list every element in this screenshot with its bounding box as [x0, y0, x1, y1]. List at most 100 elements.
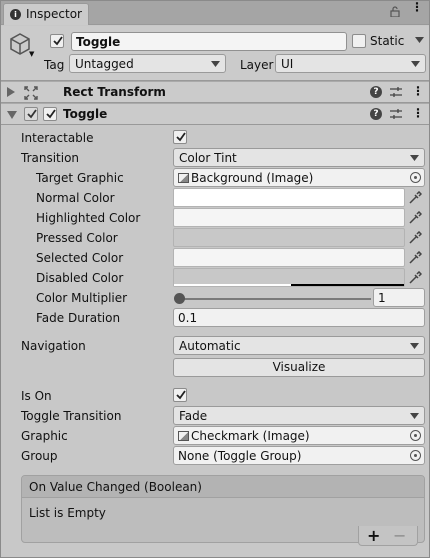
chevron-down-icon	[211, 61, 220, 67]
component-title: Rect Transform	[63, 85, 166, 99]
gameobject-name-field[interactable]: Toggle	[71, 32, 347, 51]
highlighted-color-label: Highlighted Color	[36, 211, 141, 225]
kebab-menu-icon[interactable]: ⋮	[412, 84, 424, 98]
presets-icon[interactable]	[390, 86, 402, 98]
gameobject-header: ▼ Toggle Static Tag Untagged Layer UI	[1, 26, 429, 81]
group-value: None (Toggle Group)	[178, 449, 302, 463]
inspector-window: i Inspector ⋮ ▼ Toggle Static Tag Untagg…	[0, 0, 430, 558]
eyedropper-icon[interactable]	[409, 231, 422, 244]
chevron-down-icon	[411, 61, 420, 67]
tab-inspector[interactable]: i Inspector	[3, 3, 89, 25]
foldout-collapsed-icon[interactable]	[7, 87, 15, 97]
navigation-dropdown[interactable]: Automatic	[173, 336, 425, 355]
layer-dropdown[interactable]: UI	[275, 54, 426, 73]
alpha-bar-light	[174, 284, 291, 286]
interactable-checkbox[interactable]	[173, 130, 187, 144]
toggle-component-header[interactable]: Toggle ? ⋮	[1, 103, 429, 125]
pressed-color-label: Pressed Color	[36, 231, 118, 245]
chevron-down-icon	[410, 343, 419, 349]
interactable-label: Interactable	[21, 131, 94, 145]
layer-label: Layer	[240, 58, 274, 72]
highlighted-color-swatch[interactable]	[173, 208, 405, 227]
object-picker-icon[interactable]	[410, 450, 421, 461]
rect-transform-header[interactable]: Rect Transform ? ⋮	[1, 81, 429, 103]
transition-dropdown[interactable]: Color Tint	[173, 148, 425, 167]
info-icon: i	[10, 9, 21, 20]
group-field[interactable]: None (Toggle Group)	[173, 446, 425, 465]
normal-color-swatch[interactable]	[173, 188, 405, 207]
eyedropper-icon[interactable]	[409, 191, 422, 204]
foldout-expanded-icon[interactable]	[7, 111, 17, 119]
event-title: On Value Changed (Boolean)	[29, 480, 202, 494]
fade-duration-field[interactable]: 0.1	[173, 308, 425, 327]
graphic-label: Graphic	[21, 429, 68, 443]
navigation-label: Navigation	[21, 339, 86, 353]
disabled-color-swatch[interactable]	[173, 268, 405, 287]
is-on-label: Is On	[21, 389, 52, 403]
image-icon	[178, 173, 189, 183]
event-header: On Value Changed (Boolean)	[22, 476, 424, 498]
event-list-buttons: + −	[358, 526, 418, 546]
component-title: Toggle	[63, 107, 108, 121]
help-icon[interactable]: ?	[370, 86, 382, 98]
target-graphic-label: Target Graphic	[36, 171, 124, 185]
checkmark-icon	[176, 132, 186, 142]
presets-icon[interactable]	[390, 108, 402, 120]
event-empty-text: List is Empty	[29, 506, 106, 520]
target-graphic-value: Background (Image)	[191, 171, 314, 185]
gameobject-active-checkbox[interactable]	[50, 34, 64, 48]
is-on-checkbox[interactable]	[173, 388, 187, 402]
eyedropper-icon[interactable]	[409, 271, 422, 284]
color-multiplier-slider-track[interactable]	[179, 298, 371, 300]
static-checkbox[interactable]	[352, 34, 366, 48]
kebab-menu-icon[interactable]: ⋮	[412, 106, 424, 120]
layer-value: UI	[281, 57, 294, 71]
tag-dropdown[interactable]: Untagged	[69, 54, 226, 73]
tab-bar: i Inspector ⋮	[1, 1, 429, 25]
color-multiplier-label: Color Multiplier	[36, 291, 128, 305]
disabled-color-label: Disabled Color	[36, 271, 124, 285]
color-multiplier-slider-thumb[interactable]	[174, 293, 185, 304]
toggle-icon	[24, 107, 38, 121]
selected-color-swatch[interactable]	[173, 248, 405, 267]
normal-color-label: Normal Color	[36, 191, 115, 205]
toggle-transition-label: Toggle Transition	[21, 409, 122, 423]
help-icon[interactable]: ?	[370, 108, 382, 120]
alpha-bar-dark	[291, 284, 404, 286]
graphic-field[interactable]: Checkmark (Image)	[173, 426, 425, 445]
checkmark-icon	[27, 109, 37, 119]
add-listener-button[interactable]: +	[367, 526, 380, 545]
lock-icon[interactable]	[390, 6, 400, 17]
pressed-color-swatch[interactable]	[173, 228, 405, 247]
color-multiplier-field[interactable]: 1	[373, 288, 425, 307]
static-label: Static	[370, 34, 405, 48]
cube-icon[interactable]	[9, 32, 31, 56]
object-picker-icon[interactable]	[410, 430, 421, 441]
transition-label: Transition	[21, 151, 80, 165]
checkmark-icon	[46, 109, 56, 119]
selected-color-label: Selected Color	[36, 251, 124, 265]
target-graphic-field[interactable]: Background (Image)	[173, 168, 425, 187]
visualize-button[interactable]: Visualize	[173, 358, 425, 377]
tag-value: Untagged	[75, 57, 134, 71]
image-icon	[178, 431, 189, 441]
chevron-down-icon	[410, 155, 419, 161]
toggle-transition-dropdown[interactable]: Fade	[173, 406, 425, 425]
transition-value: Color Tint	[179, 151, 237, 165]
eyedropper-icon[interactable]	[409, 211, 422, 224]
icon-dropdown-caret[interactable]: ▼	[29, 50, 34, 58]
chevron-down-icon	[410, 413, 419, 419]
eyedropper-icon[interactable]	[409, 251, 422, 264]
toggle-transition-value: Fade	[179, 409, 208, 423]
tab-title: Inspector	[26, 7, 82, 21]
graphic-value: Checkmark (Image)	[191, 429, 310, 443]
object-picker-icon[interactable]	[410, 172, 421, 183]
kebab-menu-icon[interactable]: ⋮	[411, 1, 423, 13]
navigation-value: Automatic	[179, 339, 241, 353]
static-dropdown-arrow-icon[interactable]	[415, 37, 424, 43]
component-enabled-checkbox[interactable]	[43, 107, 57, 121]
group-label: Group	[21, 449, 58, 463]
checkmark-icon	[53, 36, 63, 46]
remove-listener-button[interactable]: −	[393, 526, 406, 545]
tag-label: Tag	[44, 58, 65, 72]
